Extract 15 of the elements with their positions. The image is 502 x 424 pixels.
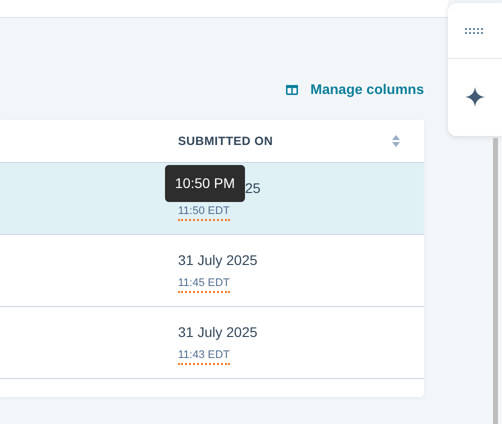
column-header[interactable]: SUBMITTED ON [178,132,273,150]
table-row[interactable]: 31 July 2025 11:43 EDT [0,307,424,379]
sparkle-icon [465,87,485,107]
manage-columns-link[interactable]: Manage columns [286,79,424,100]
grid-icon [465,28,485,34]
tooltip: 10:50 PM [165,165,245,202]
table-row[interactable]: 31 July 2025 11:45 EDT [0,235,424,307]
date-text: 25 [245,179,261,197]
time-text[interactable]: 11:50 EDT [178,204,230,221]
columns-icon [286,84,298,94]
date-text: 31 July 2025 [178,251,258,269]
time-text[interactable]: 11:45 EDT [178,276,230,293]
time-text[interactable]: 11:43 EDT [178,348,230,365]
date-text: 31 July 2025 [178,323,258,341]
sort-icon[interactable] [392,134,400,148]
